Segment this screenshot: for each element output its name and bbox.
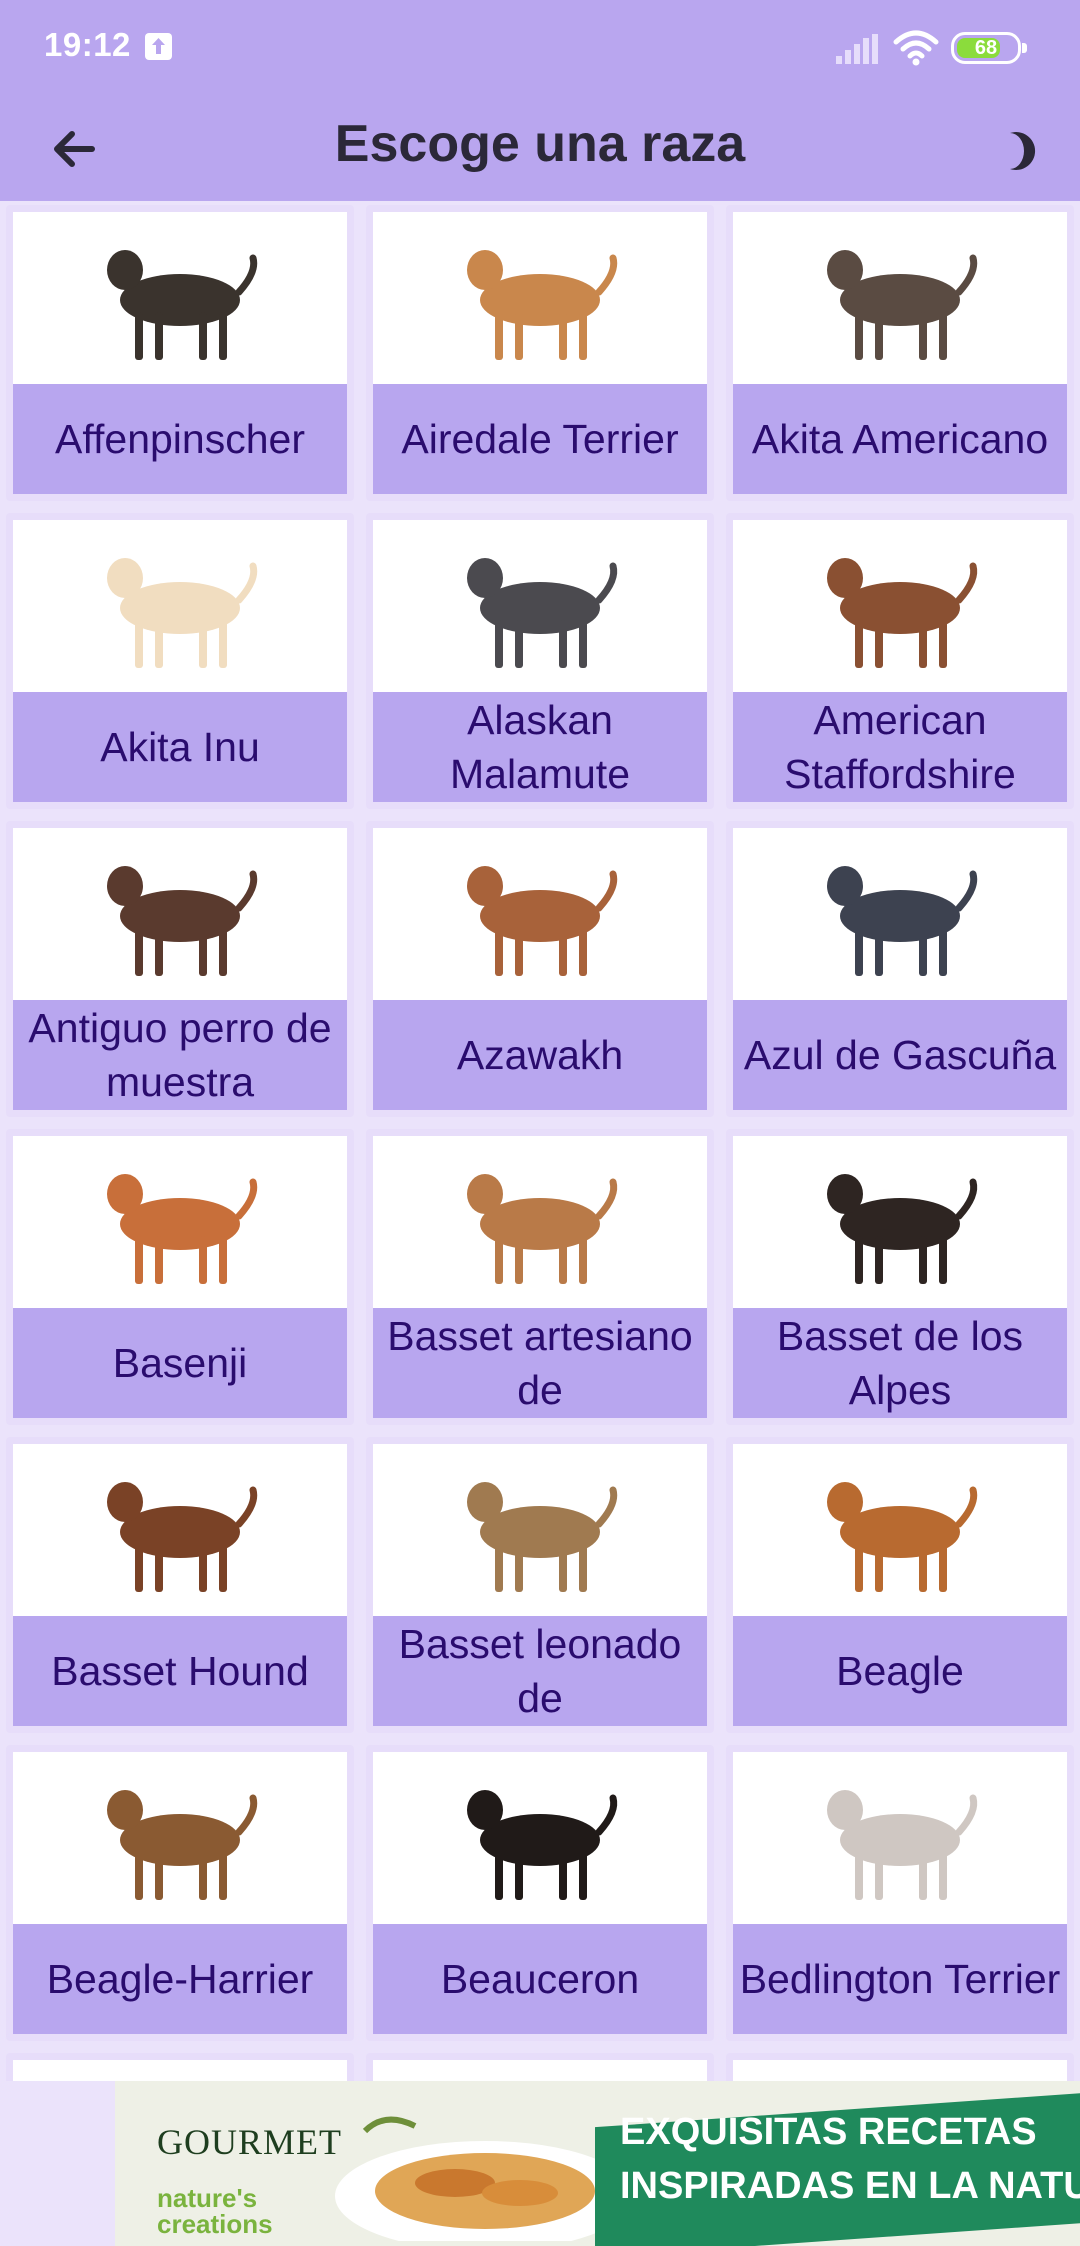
battery-level: 68 xyxy=(974,37,998,59)
ad-brand-logo: GOURMET nature's creations xyxy=(135,2093,341,2237)
breed-label: Bedlington Terrier xyxy=(733,1924,1067,2034)
breed-card[interactable]: Basenji xyxy=(6,1129,354,1425)
breed-label: Affenpinscher xyxy=(13,384,347,494)
breed-card[interactable]: Basset de los Alpes xyxy=(726,1129,1074,1425)
breed-card[interactable]: Azawakh xyxy=(366,821,714,1117)
moon-icon xyxy=(1010,132,1036,170)
breed-card[interactable]: Basset artesiano de xyxy=(366,1129,714,1425)
breed-image xyxy=(373,212,707,380)
breed-label: Basset artesiano de xyxy=(373,1308,707,1418)
breed-label: Azul de Gascuña xyxy=(733,1000,1067,1110)
breed-label: Beagle-Harrier xyxy=(13,1924,347,2034)
breed-image xyxy=(373,828,707,996)
breed-card[interactable]: Beauceron xyxy=(366,1745,714,2041)
breed-card[interactable]: Antiguo perro de muestra xyxy=(6,821,354,1117)
breed-image xyxy=(733,1444,1067,1612)
breed-image xyxy=(733,520,1067,688)
ad-subbrand: nature's creations xyxy=(157,2183,273,2239)
breed-card[interactable] xyxy=(366,2053,714,2081)
breed-label: Akita Americano xyxy=(733,384,1067,494)
breed-image xyxy=(733,1752,1067,1920)
breed-card[interactable]: Affenpinscher xyxy=(6,205,354,501)
breed-card[interactable]: Bedlington Terrier xyxy=(726,1745,1074,2041)
breed-label: Basenji xyxy=(13,1308,347,1418)
breed-card[interactable]: Akita Inu xyxy=(6,513,354,809)
breed-card[interactable]: Basset leonado de xyxy=(366,1437,714,1733)
dark-mode-toggle[interactable] xyxy=(980,116,1050,186)
breed-image xyxy=(13,212,347,380)
breed-label: Basset leonado de xyxy=(373,1616,707,1726)
breed-image xyxy=(13,1136,347,1304)
breed-image xyxy=(733,212,1067,380)
breed-image xyxy=(13,1444,347,1612)
breed-image xyxy=(373,1136,707,1304)
breed-card[interactable]: Basset Hound xyxy=(6,1437,354,1733)
breed-image xyxy=(733,2060,1067,2081)
breed-card[interactable] xyxy=(6,2053,354,2081)
app-bar: Escoge una raza xyxy=(0,96,1080,201)
breed-label: Azawakh xyxy=(373,1000,707,1110)
breed-image xyxy=(13,1752,347,1920)
status-time: 19:12 xyxy=(44,26,131,63)
breed-label: Basset de los Alpes xyxy=(733,1308,1067,1418)
breed-label: Beagle xyxy=(733,1616,1067,1726)
ad-headline-line2: INSPIRADAS EN LA NATURAL xyxy=(620,2165,1080,2207)
breed-card[interactable]: Alaskan Malamute xyxy=(366,513,714,809)
breed-image xyxy=(13,520,347,688)
breed-label: Antiguo perro de muestra xyxy=(13,1000,347,1110)
ad-banner[interactable]: GOURMET nature's creations EXQUISITAS RE… xyxy=(115,2081,1080,2246)
breed-label: Alaskan Malamute xyxy=(373,692,707,802)
wifi-icon xyxy=(892,30,940,71)
breed-image xyxy=(733,1136,1067,1304)
breed-image xyxy=(733,828,1067,996)
breed-image xyxy=(13,2060,347,2081)
breed-image xyxy=(373,520,707,688)
breed-card[interactable] xyxy=(726,2053,1074,2081)
breed-image xyxy=(13,828,347,996)
breed-image xyxy=(373,1444,707,1612)
breed-label: Beauceron xyxy=(373,1924,707,2034)
page-title: Escoge una raza xyxy=(334,115,746,173)
breed-card[interactable]: Akita Americano xyxy=(726,205,1074,501)
breed-grid: Affenpinscher Airedale Terrier Akita Ameri… xyxy=(0,201,1080,2081)
ad-brand: GOURMET xyxy=(157,2122,342,2162)
breed-card[interactable]: Airedale Terrier xyxy=(366,205,714,501)
breed-label: American Staffordshire xyxy=(733,692,1067,802)
upload-notification-icon xyxy=(145,33,172,60)
breed-image xyxy=(373,1752,707,1920)
cellular-signal-icon xyxy=(836,34,880,69)
battery-icon: 68 xyxy=(951,32,1027,64)
breed-image xyxy=(373,2060,707,2081)
breed-card[interactable]: American Staffordshire xyxy=(726,513,1074,809)
breed-card[interactable]: Beagle-Harrier xyxy=(6,1745,354,2041)
status-bar: 19:12 68 xyxy=(0,0,1080,96)
ad-headline-line1: EXQUISITAS RECETAS xyxy=(620,2111,1037,2153)
breed-card[interactable]: Azul de Gascuña xyxy=(726,821,1074,1117)
breed-label: Basset Hound xyxy=(13,1616,347,1726)
breed-card[interactable]: Beagle xyxy=(726,1437,1074,1733)
breed-label: Akita Inu xyxy=(13,692,347,802)
breed-label: Airedale Terrier xyxy=(373,384,707,494)
